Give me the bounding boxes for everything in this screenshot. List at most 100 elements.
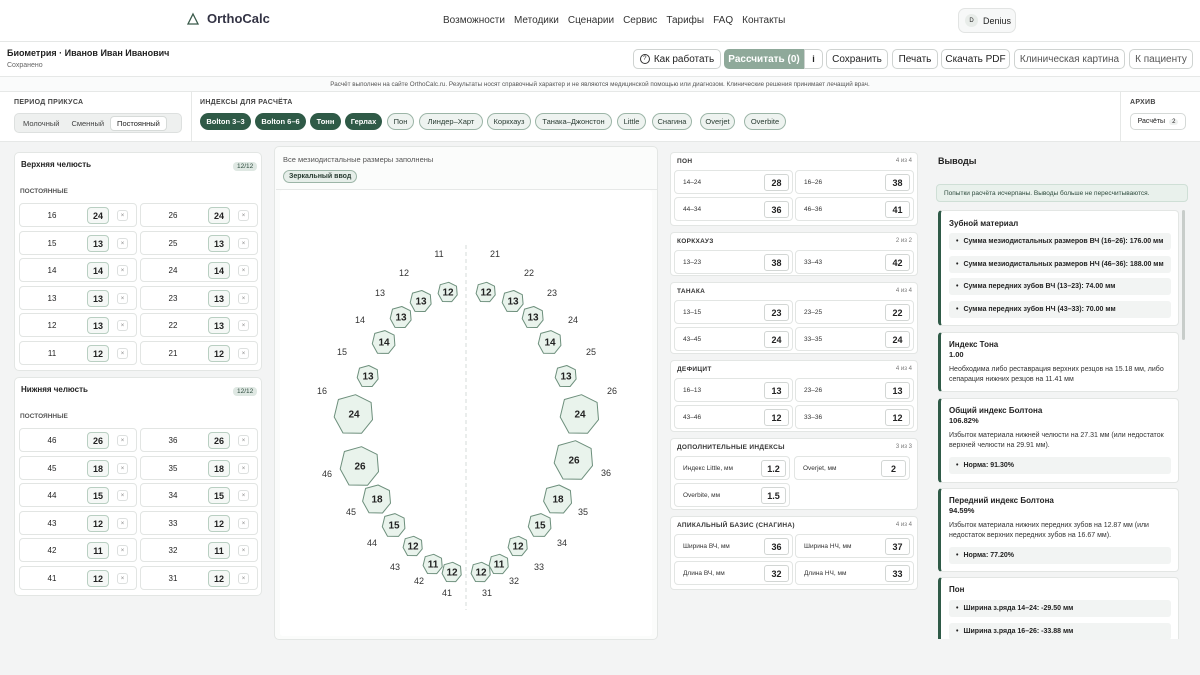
metric-value-input[interactable]: 2	[881, 460, 906, 477]
tooth-size-input[interactable]: 24	[208, 207, 230, 224]
nav-faq[interactable]: FAQ	[713, 15, 733, 26]
clear-icon[interactable]: ×	[238, 265, 249, 276]
calculate-info-button[interactable]: i	[804, 49, 823, 69]
index-chip[interactable]: Пон	[387, 113, 414, 130]
tooth-size-input[interactable]: 26	[208, 432, 230, 449]
tooth-size-input[interactable]: 14	[87, 262, 109, 279]
clear-icon[interactable]: ×	[117, 237, 128, 249]
nav-methods[interactable]: Методики	[514, 15, 559, 26]
calculate-button[interactable]: Рассчитать (0)	[724, 49, 804, 69]
clear-icon[interactable]: ×	[117, 320, 128, 331]
index-chip[interactable]: Линдер–Харт	[419, 113, 483, 130]
tooth-size-input[interactable]: 26	[87, 432, 109, 449]
metric-value-input[interactable]: 37	[885, 538, 910, 555]
bite-option-primary[interactable]: Молочный	[17, 116, 65, 131]
tooth-size-input[interactable]: 18	[208, 459, 230, 477]
scrollbar[interactable]	[1182, 210, 1185, 340]
tooth-size-input[interactable]: 15	[87, 487, 109, 504]
index-chip[interactable]: Коркхауз	[487, 113, 531, 130]
clear-icon[interactable]: ×	[238, 572, 249, 584]
metric-value-input[interactable]: 24	[764, 331, 789, 348]
clear-icon[interactable]: ×	[117, 435, 128, 446]
clear-icon[interactable]: ×	[117, 347, 128, 359]
tooth-size-input[interactable]: 11	[87, 542, 109, 559]
index-chip[interactable]: Bolton 6–6	[255, 113, 306, 130]
clear-icon[interactable]: ×	[117, 517, 128, 529]
nav-contacts[interactable]: Контакты	[742, 15, 785, 26]
clinical-picture-button[interactable]: Клиническая картина	[1014, 49, 1125, 69]
metric-value-input[interactable]: 13	[885, 382, 910, 399]
tooth-size-input[interactable]: 13	[208, 289, 230, 307]
metric-value-input[interactable]: 22	[885, 304, 910, 321]
clear-icon[interactable]: ×	[238, 320, 249, 331]
clear-icon[interactable]: ×	[117, 490, 128, 501]
clear-icon[interactable]: ×	[238, 347, 249, 359]
metric-value-input[interactable]: 28	[764, 174, 789, 191]
metric-value-input[interactable]: 32	[764, 565, 789, 582]
bite-option-permanent[interactable]: Постоянный	[110, 115, 167, 131]
nav-pricing[interactable]: Тарифы	[666, 15, 704, 26]
index-chip[interactable]: Танака–Джонстон	[535, 113, 612, 130]
user-menu[interactable]: D Denius	[958, 8, 1016, 33]
tooth-size-input[interactable]: 12	[208, 514, 230, 532]
clear-icon[interactable]: ×	[238, 435, 249, 446]
metric-value-input[interactable]: 41	[885, 201, 910, 218]
clear-icon[interactable]: ×	[238, 237, 249, 249]
index-chip[interactable]: Little	[617, 113, 646, 130]
download-pdf-button[interactable]: Скачать PDF	[941, 49, 1010, 69]
clear-icon[interactable]: ×	[238, 517, 249, 529]
metric-value-input[interactable]: 33	[885, 565, 910, 582]
tooth-size-input[interactable]: 12	[87, 514, 109, 532]
metric-value-input[interactable]: 12	[764, 409, 789, 426]
nav-features[interactable]: Возможности	[443, 15, 505, 26]
tooth-size-input[interactable]: 12	[208, 344, 230, 362]
clear-icon[interactable]: ×	[238, 462, 249, 474]
archive-calculations-button[interactable]: Расчёты 2	[1130, 113, 1186, 130]
tooth-size-input[interactable]: 13	[208, 317, 230, 334]
metric-value-input[interactable]: 23	[764, 304, 789, 321]
metric-value-input[interactable]: 12	[885, 409, 910, 426]
tooth-size-input[interactable]: 11	[208, 542, 230, 559]
nav-scenarios[interactable]: Сценарии	[568, 15, 614, 26]
tooth-size-input[interactable]: 13	[87, 317, 109, 334]
tooth-size-input[interactable]: 12	[87, 569, 109, 587]
how-it-works-button[interactable]: ? Как работать	[633, 49, 721, 69]
tooth-size-input[interactable]: 18	[87, 459, 109, 477]
index-chip[interactable]: Overjet	[700, 113, 735, 130]
clear-icon[interactable]: ×	[117, 462, 128, 474]
metric-value-input[interactable]: 38	[764, 254, 789, 271]
print-button[interactable]: Печать	[892, 49, 938, 69]
index-chip[interactable]: Overbite	[744, 113, 786, 130]
tooth-size-input[interactable]: 13	[87, 289, 109, 307]
clear-icon[interactable]: ×	[117, 265, 128, 276]
index-chip[interactable]: Герлах	[345, 113, 382, 130]
logo[interactable]: OrthoCalc	[186, 11, 270, 26]
tooth-size-input[interactable]: 12	[87, 344, 109, 362]
metric-value-input[interactable]: 42	[885, 254, 910, 271]
index-chip[interactable]: Тонн	[310, 113, 341, 130]
clear-icon[interactable]: ×	[117, 292, 128, 304]
metric-value-input[interactable]: 1.2	[761, 460, 786, 477]
tooth-size-input[interactable]: 14	[208, 262, 230, 279]
mirror-input-toggle[interactable]: Зеркальный ввод	[283, 170, 358, 183]
to-patient-button[interactable]: К пациенту	[1129, 49, 1193, 69]
metric-value-input[interactable]: 24	[885, 331, 910, 348]
metric-value-input[interactable]: 36	[764, 538, 789, 555]
index-chip[interactable]: Снагина	[652, 113, 692, 130]
clear-icon[interactable]: ×	[117, 210, 128, 221]
tooth-size-input[interactable]: 15	[208, 487, 230, 504]
metric-value-input[interactable]: 13	[764, 382, 789, 399]
metric-value-input[interactable]: 36	[764, 201, 789, 218]
clear-icon[interactable]: ×	[238, 545, 249, 556]
clear-icon[interactable]: ×	[238, 292, 249, 304]
tooth-size-input[interactable]: 12	[208, 569, 230, 587]
clear-icon[interactable]: ×	[238, 210, 249, 221]
clear-icon[interactable]: ×	[117, 572, 128, 584]
tooth-size-input[interactable]: 24	[87, 207, 109, 224]
metric-value-input[interactable]: 38	[885, 174, 910, 191]
clear-icon[interactable]: ×	[117, 545, 128, 556]
clear-icon[interactable]: ×	[238, 490, 249, 501]
tooth-size-input[interactable]: 13	[87, 234, 109, 252]
save-button[interactable]: Сохранить	[826, 49, 888, 69]
metric-value-input[interactable]: 1.5	[761, 487, 786, 504]
